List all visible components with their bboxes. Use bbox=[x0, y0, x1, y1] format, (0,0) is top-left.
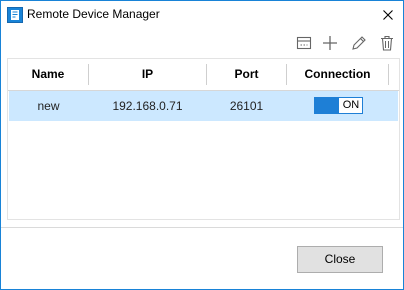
close-icon bbox=[383, 10, 393, 20]
plus-icon[interactable] bbox=[321, 34, 339, 52]
save-device-icon[interactable] bbox=[295, 34, 313, 52]
window-title: Remote Device Manager bbox=[27, 7, 160, 21]
app-icon bbox=[7, 7, 23, 23]
trash-icon[interactable] bbox=[378, 34, 396, 52]
title-bar: Remote Device Manager bbox=[1, 1, 403, 29]
table-header: Name IP Port Connection bbox=[8, 59, 399, 91]
column-header-port[interactable]: Port bbox=[207, 59, 286, 90]
footer-divider bbox=[1, 227, 403, 228]
toggle-label: ON bbox=[342, 99, 360, 111]
cell-port: 26101 bbox=[229, 99, 264, 113]
remote-device-manager-window: Remote Device Manager Name IP Port Conne… bbox=[0, 0, 404, 290]
column-header-ip[interactable]: IP bbox=[89, 59, 206, 90]
toggle-thumb bbox=[315, 98, 339, 113]
column-divider[interactable] bbox=[388, 64, 389, 85]
close-button[interactable]: Close bbox=[297, 246, 383, 273]
connection-toggle[interactable]: ON bbox=[314, 97, 363, 114]
cell-name: new bbox=[37, 99, 60, 113]
table-row[interactable]: new 192.168.0.71 26101 ON bbox=[9, 91, 398, 121]
window-close-button[interactable] bbox=[373, 1, 403, 29]
pencil-icon[interactable] bbox=[350, 34, 368, 52]
column-header-name[interactable]: Name bbox=[8, 59, 88, 90]
cell-ip: 192.168.0.71 bbox=[112, 99, 183, 113]
device-table: Name IP Port Connection new 192.168.0.71… bbox=[7, 58, 400, 220]
column-header-connection[interactable]: Connection bbox=[287, 59, 388, 90]
